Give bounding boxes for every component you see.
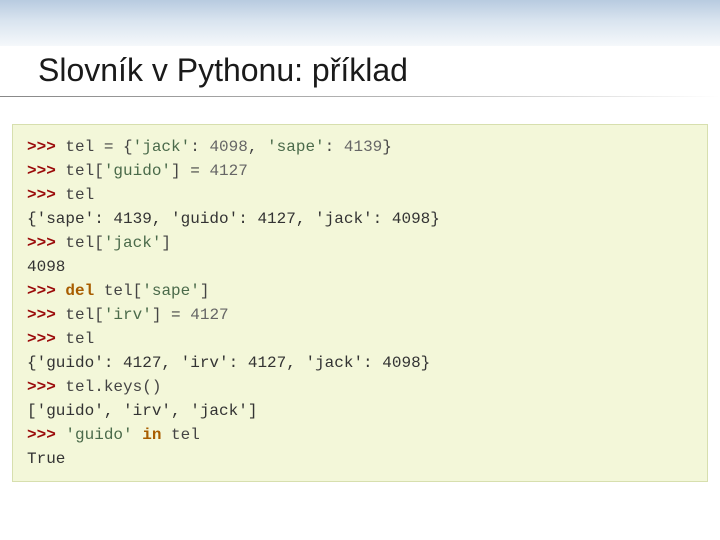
code-text: tel[ <box>65 162 103 180</box>
repl-prompt: >>> <box>27 306 65 324</box>
code-line: >>> tel.keys() <box>27 375 693 399</box>
slide-title: Slovník v Pythonu: příklad <box>38 52 408 89</box>
code-line: >>> tel = {'jack': 4098, 'sape': 4139} <box>27 135 693 159</box>
output-text: ['guido', 'irv', 'jack'] <box>27 402 257 420</box>
code-text: } <box>382 138 392 156</box>
code-text: tel = { <box>65 138 132 156</box>
code-line: >>> tel['jack'] <box>27 231 693 255</box>
repl-prompt: >>> <box>27 186 65 204</box>
code-line: >>> tel <box>27 327 693 351</box>
code-text: tel.keys() <box>65 378 161 396</box>
repl-prompt: >>> <box>27 426 65 444</box>
output-line: {'guido': 4127, 'irv': 4127, 'jack': 409… <box>27 351 693 375</box>
string-literal: 'jack' <box>133 138 191 156</box>
code-text: tel[ <box>94 282 142 300</box>
string-literal: 'guido' <box>65 426 132 444</box>
string-literal: 'guido' <box>104 162 171 180</box>
code-line: >>> tel['irv'] = 4127 <box>27 303 693 327</box>
code-text: tel <box>161 426 199 444</box>
code-text: : <box>325 138 344 156</box>
code-text: , <box>248 138 267 156</box>
output-line: True <box>27 447 693 471</box>
output-line: 4098 <box>27 255 693 279</box>
code-text: : <box>190 138 209 156</box>
number-literal: 4127 <box>209 162 247 180</box>
number-literal: 4098 <box>209 138 247 156</box>
code-text <box>133 426 143 444</box>
repl-prompt: >>> <box>27 234 65 252</box>
number-literal: 4127 <box>190 306 228 324</box>
code-text: tel[ <box>65 306 103 324</box>
output-text: 4098 <box>27 258 65 276</box>
code-text: ] = <box>152 306 190 324</box>
string-literal: 'jack' <box>104 234 162 252</box>
output-line: {'sape': 4139, 'guido': 4127, 'jack': 40… <box>27 207 693 231</box>
output-line: ['guido', 'irv', 'jack'] <box>27 399 693 423</box>
code-text: tel <box>65 330 94 348</box>
code-text: tel[ <box>65 234 103 252</box>
code-example-box: >>> tel = {'jack': 4098, 'sape': 4139} >… <box>12 124 708 482</box>
code-line: >>> 'guido' in tel <box>27 423 693 447</box>
repl-prompt: >>> <box>27 378 65 396</box>
code-text: ] = <box>171 162 209 180</box>
string-literal: 'sape' <box>267 138 325 156</box>
output-text: True <box>27 450 65 468</box>
repl-prompt: >>> <box>27 330 65 348</box>
number-literal: 4139 <box>344 138 382 156</box>
code-text: tel <box>65 186 94 204</box>
string-literal: 'sape' <box>142 282 200 300</box>
code-text: ] <box>161 234 171 252</box>
code-text: ] <box>200 282 210 300</box>
output-text: {'guido': 4127, 'irv': 4127, 'jack': 409… <box>27 354 430 372</box>
keyword: del <box>65 282 94 300</box>
output-text: {'sape': 4139, 'guido': 4127, 'jack': 40… <box>27 210 440 228</box>
code-line: >>> tel <box>27 183 693 207</box>
repl-prompt: >>> <box>27 282 65 300</box>
header-gradient <box>0 0 720 46</box>
code-line: >>> del tel['sape'] <box>27 279 693 303</box>
repl-prompt: >>> <box>27 138 65 156</box>
title-underline <box>0 96 720 97</box>
string-literal: 'irv' <box>104 306 152 324</box>
repl-prompt: >>> <box>27 162 65 180</box>
keyword: in <box>142 426 161 444</box>
code-line: >>> tel['guido'] = 4127 <box>27 159 693 183</box>
